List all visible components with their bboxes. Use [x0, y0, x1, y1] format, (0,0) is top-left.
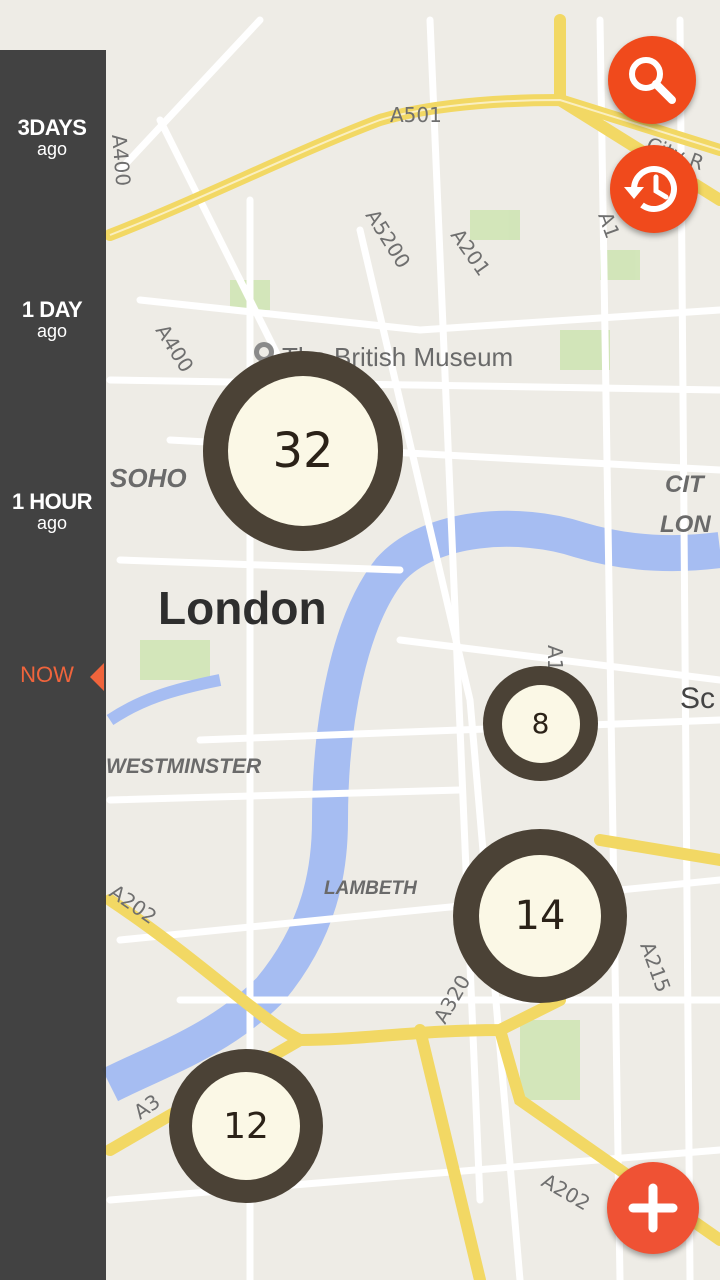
district-label: SOHO: [110, 463, 187, 493]
cluster-marker[interactable]: 32: [203, 351, 403, 551]
cluster-marker[interactable]: 14: [453, 829, 627, 1003]
district-label: LON: [660, 511, 711, 538]
timeline-now-label: NOW: [20, 662, 74, 687]
timeline-item-1hour[interactable]: 1 HOUR ago: [0, 489, 104, 533]
road-label: A501: [390, 103, 442, 127]
timeline-label: 3DAYS: [17, 115, 87, 140]
timeline-item-1day[interactable]: 1 DAY ago: [0, 297, 104, 341]
timeline-sublabel: ago: [36, 513, 68, 533]
cluster-count: 12: [192, 1072, 300, 1180]
timeline-sublabel: ago: [36, 321, 68, 341]
timeline-item-3days[interactable]: 3DAYS ago: [0, 115, 104, 159]
search-button[interactable]: [608, 36, 696, 124]
plus-icon: [628, 1183, 678, 1233]
cluster-marker[interactable]: 12: [169, 1049, 323, 1203]
cluster-count: 32: [228, 376, 378, 526]
history-button[interactable]: [610, 145, 698, 233]
district-label: WESTMINSTER: [106, 755, 262, 778]
timeline-label: 1 DAY: [21, 297, 83, 322]
district-label: Sc: [680, 682, 715, 715]
history-icon: [624, 166, 677, 212]
cluster-count: 14: [479, 855, 601, 977]
timeline-label: 1 HOUR: [11, 489, 93, 514]
search-icon: [629, 57, 676, 104]
district-label: CIT: [665, 471, 706, 498]
cluster-count: 8: [501, 684, 580, 763]
timeline-panel[interactable]: 3DAYS ago 1 DAY ago 1 HOUR ago NOW: [0, 50, 106, 1280]
timeline-sublabel: ago: [36, 139, 68, 159]
add-button[interactable]: [607, 1162, 699, 1254]
cluster-marker[interactable]: 8: [483, 666, 598, 781]
timeline-item-now[interactable]: NOW: [0, 662, 106, 691]
city-label: London: [158, 582, 327, 634]
now-indicator-icon: [90, 663, 104, 691]
road-label: A400: [107, 133, 135, 187]
district-label: LAMBETH: [324, 878, 418, 899]
